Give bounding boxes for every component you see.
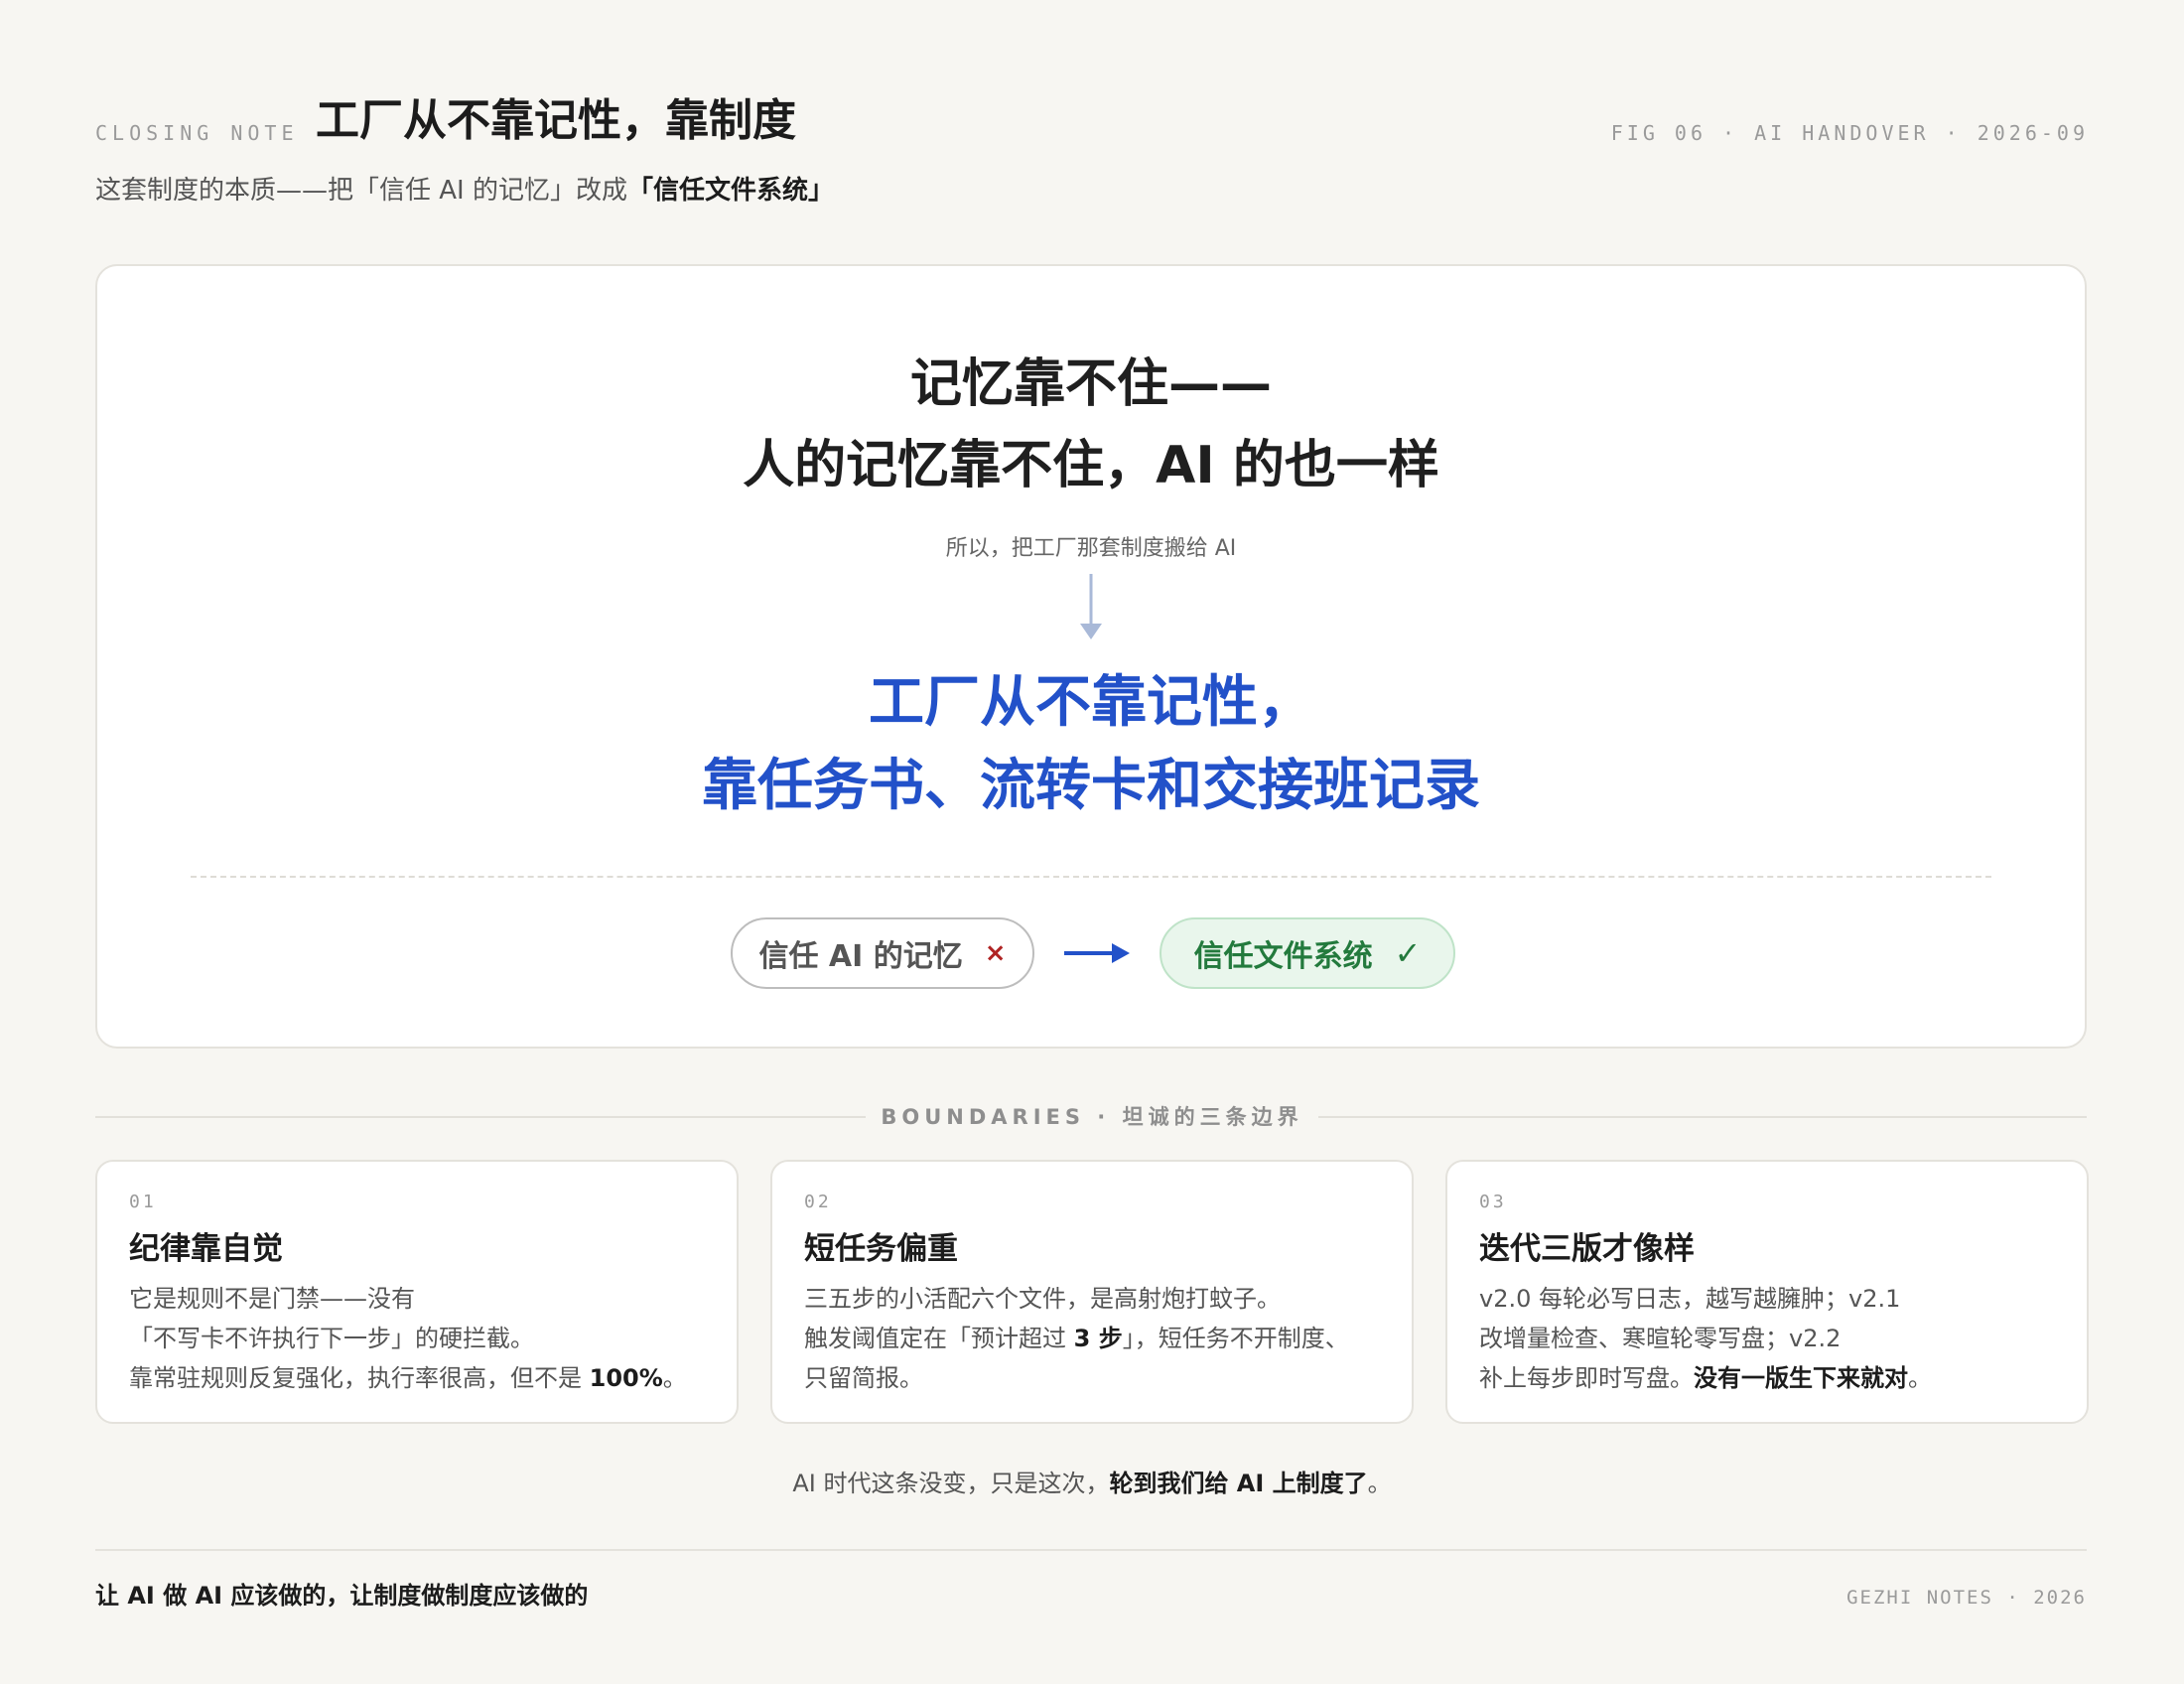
footer-credit: GEZHI NOTES · 2026 <box>1846 1587 2087 1609</box>
boundaries-heading: BOUNDARIES · 坦诚的三条边界 <box>881 1105 1303 1129</box>
pill-label: 信任 AI 的记忆 <box>758 939 963 974</box>
headline-line-2: 人的记忆靠不住，AI 的也一样 <box>743 436 1439 495</box>
check-icon: ✓ <box>1394 934 1422 972</box>
section-rule-right <box>1318 1116 2087 1118</box>
card-line: 它是规则不是门禁——没有 <box>129 1285 415 1313</box>
subtitle-emphasis: 「信任文件系统」 <box>626 176 834 206</box>
closing-text: AI 时代这条没变，只是这次， <box>792 1470 1110 1497</box>
page-subtitle: 这套制度的本质——把「信任 AI 的记忆」改成「信任文件系统」 <box>95 173 834 209</box>
cross-icon: × <box>984 938 1007 968</box>
card-number: 01 <box>129 1192 157 1212</box>
trust-ai-memory-pill: 信任 AI 的记忆 × <box>731 917 1034 989</box>
section-rule-left <box>95 1116 866 1118</box>
card-title: 短任务偏重 <box>804 1231 958 1267</box>
arrow-down-icon <box>1080 574 1102 639</box>
main-card: 记忆靠不住—— 人的记忆靠不住，AI 的也一样 所以，把工厂那套制度搬给 AI … <box>95 264 2087 1049</box>
arrow-right-icon <box>1064 943 1130 963</box>
card-line: 只留简报。 <box>804 1364 923 1392</box>
transition-note: 所以，把工厂那套制度搬给 AI <box>945 536 1237 561</box>
boundary-card-3: 03 迭代三版才像样 v2.0 每轮必写日志，越写越臃肿；v2.1 改增量检查、… <box>1445 1160 2089 1424</box>
pill-label: 信任文件系统 <box>1193 939 1373 974</box>
closing-note-kicker: CLOSING NOTE <box>95 121 299 145</box>
header: CLOSING NOTE 工厂从不靠记性，靠制度 FIG 06 · AI HAN… <box>95 91 2089 171</box>
closing-statement: AI 时代这条没变，只是这次，轮到我们给 AI 上制度了。 <box>0 1466 2184 1501</box>
card-line: 靠常驻规则反复强化，执行率很高，但不是 100%。 <box>129 1358 713 1398</box>
card-emphasis: 3 步 <box>1073 1325 1123 1352</box>
headline-line-1: 记忆靠不住—— <box>909 354 1272 414</box>
card-text: 」，短任务不开制度、 <box>1122 1325 1349 1352</box>
card-emphasis: 100% <box>589 1364 663 1392</box>
card-title: 纪律靠自觉 <box>129 1231 283 1267</box>
key-message-line-1: 工厂从不靠记性， <box>869 670 1313 735</box>
footer-tagline: 让 AI 做 AI 应该做的，让制度做制度应该做的 <box>95 1582 589 1610</box>
boundary-card-1: 01 纪律靠自觉 它是规则不是门禁——没有 「不写卡不许执行下一步」的硬拦截。 … <box>95 1160 739 1424</box>
card-text: 。 <box>662 1364 687 1392</box>
figure-tag: FIG 06 · AI HANDOVER · 2026-09 <box>1610 121 2089 145</box>
card-line: v2.0 每轮必写日志，越写越臃肿；v2.1 <box>1479 1285 1901 1313</box>
subtitle-text: 这套制度的本质——把「信任 AI 的记忆」改成 <box>95 176 627 206</box>
card-text: 靠常驻规则反复强化，执行率很高，但不是 <box>129 1364 590 1392</box>
card-line: 「不写卡不许执行下一步」的硬拦截。 <box>129 1325 534 1352</box>
card-number: 02 <box>804 1192 832 1212</box>
trust-file-system-pill: 信任文件系统 ✓ <box>1160 917 1455 989</box>
card-line: 补上每步即时写盘。没有一版生下来就对。 <box>1479 1358 2063 1398</box>
card-emphasis: 没有一版生下来就对 <box>1694 1364 1908 1392</box>
closing-emphasis: 轮到我们给 AI 上制度了 <box>1109 1470 1368 1497</box>
card-number: 03 <box>1479 1192 1507 1212</box>
page-title: 工厂从不靠记性，靠制度 <box>316 95 796 146</box>
card-body: 三五步的小活配六个文件，是高射炮打蚊子。 触发阈值定在「预计超过 3 步」，短任… <box>804 1279 1388 1398</box>
card-line: 触发阈值定在「预计超过 3 步」，短任务不开制度、 <box>804 1319 1388 1358</box>
card-title: 迭代三版才像样 <box>1479 1231 1695 1267</box>
card-text: 补上每步即时写盘。 <box>1479 1364 1694 1392</box>
dashed-divider <box>191 876 1991 878</box>
closing-text: 。 <box>1367 1470 1392 1497</box>
card-body: v2.0 每轮必写日志，越写越臃肿；v2.1 改增量检查、寒暄轮零写盘；v2.2… <box>1479 1279 2063 1398</box>
footer-divider <box>95 1549 2087 1551</box>
key-message-line-2: 靠任务书、流转卡和交接班记录 <box>702 754 1480 818</box>
card-line: 改增量检查、寒暄轮零写盘；v2.2 <box>1479 1325 1842 1352</box>
card-body: 它是规则不是门禁——没有 「不写卡不许执行下一步」的硬拦截。 靠常驻规则反复强化… <box>129 1279 713 1398</box>
card-line: 三五步的小活配六个文件，是高射炮打蚊子。 <box>804 1285 1281 1313</box>
card-text: 触发阈值定在「预计超过 <box>804 1325 1074 1352</box>
boundary-card-2: 02 短任务偏重 三五步的小活配六个文件，是高射炮打蚊子。 触发阈值定在「预计超… <box>770 1160 1414 1424</box>
card-text: 。 <box>1908 1364 1932 1392</box>
